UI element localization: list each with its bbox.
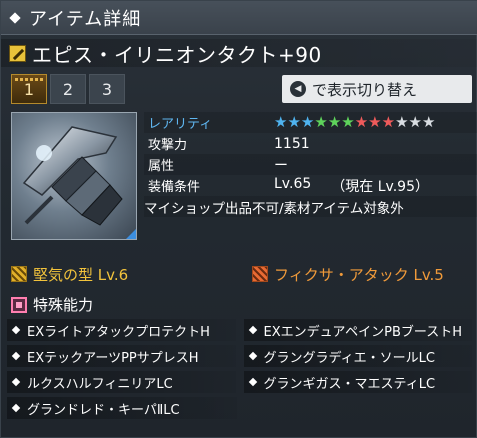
rarity-star-icon: ★ bbox=[408, 113, 422, 131]
potential-icon bbox=[11, 266, 27, 282]
item-name: エピス・イリニオンタクト+90 bbox=[32, 42, 322, 67]
tab-1[interactable]: 1 bbox=[11, 74, 47, 104]
stats-table: レアリティ ★ ★ ★ ★ ★ ★ ★ ★ ★ ★ ★ ★ 攻撃力 1151 属性 ー 装備条件 Lv… bbox=[144, 112, 477, 217]
panel-header: アイテム詳細 bbox=[1, 1, 477, 35]
toggle-label: で表示切り替え bbox=[312, 80, 418, 99]
diamond-bullet-icon bbox=[11, 351, 21, 361]
special-ability-icon bbox=[11, 296, 27, 313]
abilities-header: 特殊能力 bbox=[11, 294, 93, 315]
tab-2[interactable]: 2 bbox=[50, 74, 86, 104]
trade-note: マイショップ出品不可/素材アイテム対象外 bbox=[144, 200, 404, 217]
rarity-star-icon: ★ bbox=[341, 113, 355, 131]
diamond-icon bbox=[9, 11, 21, 24]
page-tabs: 1 2 3 bbox=[11, 74, 125, 104]
diamond-bullet-icon bbox=[11, 403, 21, 413]
potentials-row: 堅気の型 Lv.6 フィクサ・アタック Lv.5 bbox=[1, 260, 477, 288]
ability-item: ルクスハルフィニリアLC bbox=[7, 371, 236, 393]
rarity-star-icon: ★ bbox=[421, 113, 436, 131]
rarity-star-icon: ★ bbox=[381, 113, 396, 131]
element-row: 属性 ー bbox=[144, 154, 477, 175]
ability-item: EXテックアーツPPサプレスH bbox=[7, 345, 236, 367]
diamond-bullet-icon bbox=[248, 377, 257, 387]
item-thumbnail bbox=[11, 112, 137, 240]
ability-item: グラングラディエ・ソールLC bbox=[243, 345, 472, 367]
rarity-label: レアリティ bbox=[148, 117, 213, 132]
rarity-star-icon: ★ bbox=[354, 113, 369, 131]
potential-right-label: フィクサ・アタック Lv.5 bbox=[274, 265, 444, 284]
ability-row: EXライトアタックプロテクトH EXエンデュアペインPBブーストH bbox=[7, 319, 472, 341]
rarity-star-icon: ★ bbox=[300, 113, 315, 131]
rarity-stars: ★ ★ ★ ★ ★ ★ ★ ★ ★ ★ ★ ★ bbox=[274, 115, 477, 130]
note-row: マイショップ出品不可/素材アイテム対象外 bbox=[144, 196, 477, 217]
tab-label: 2 bbox=[62, 79, 74, 99]
tab-label: 3 bbox=[101, 79, 113, 99]
diamond-bullet-icon bbox=[248, 351, 257, 361]
attack-label: 攻撃力 bbox=[148, 138, 188, 153]
ability-item: EXエンデュアペインPBブーストH bbox=[243, 319, 472, 341]
rarity-star-icon: ★ bbox=[287, 113, 301, 131]
rarity-star-icon: ★ bbox=[368, 113, 382, 131]
equip-level: Lv.65 bbox=[274, 175, 312, 192]
attack-row: 攻撃力 1151 bbox=[144, 133, 477, 154]
potential-icon bbox=[252, 266, 268, 282]
equip-current: （現在 Lv.95） bbox=[331, 178, 429, 195]
abilities-list: EXライトアタックプロテクトH EXエンデュアペインPBブーストH EXテックア… bbox=[7, 319, 472, 423]
panel-title: アイテム詳細 bbox=[29, 8, 142, 30]
ability-item: グランドレド・キーパⅡLC bbox=[7, 397, 237, 419]
rarity-star-icon: ★ bbox=[314, 113, 328, 131]
rarity-star-icon: ★ bbox=[274, 113, 288, 131]
ability-item: EXライトアタックプロテクトH bbox=[7, 319, 236, 341]
element-value: ー bbox=[274, 157, 288, 174]
ability-item: グランギガス・マエスティLC bbox=[243, 371, 472, 393]
attack-value: 1151 bbox=[274, 135, 310, 152]
active-tab-indicator bbox=[15, 78, 43, 81]
equip-value: Lv.65 （現在 Lv.95） bbox=[274, 176, 477, 196]
potential-left: 堅気の型 Lv.6 bbox=[11, 264, 128, 285]
tab-label: 1 bbox=[23, 79, 35, 99]
potential-right: フィクサ・アタック Lv.5 bbox=[252, 264, 444, 285]
ability-row: グランドレド・キーパⅡLC bbox=[7, 397, 472, 419]
weapon-category-icon bbox=[9, 44, 26, 62]
toggle-display-button[interactable]: ◀ で表示切り替え bbox=[282, 75, 472, 103]
corner-marker bbox=[126, 229, 136, 239]
equip-label: 装備条件 bbox=[148, 180, 201, 195]
element-label: 属性 bbox=[148, 159, 175, 174]
rarity-star-icon: ★ bbox=[395, 113, 409, 131]
weapon-image bbox=[22, 126, 123, 226]
diamond-bullet-icon bbox=[11, 325, 21, 335]
item-name-row: エピス・イリニオンタクト+90 bbox=[1, 39, 477, 67]
ability-row: EXテックアーツPPサプレスH グラングラディエ・ソールLC bbox=[7, 345, 472, 367]
abilities-title: 特殊能力 bbox=[33, 296, 94, 314]
potential-left-label: 堅気の型 Lv.6 bbox=[33, 265, 129, 284]
item-detail-panel: アイテム詳細 エピス・イリニオンタクト+90 1 2 3 ◀ で表示切り替え レ… bbox=[0, 0, 477, 438]
left-arrow-icon: ◀ bbox=[290, 81, 306, 97]
diamond-bullet-icon bbox=[248, 325, 257, 335]
rarity-row: レアリティ ★ ★ ★ ★ ★ ★ ★ ★ ★ ★ ★ ★ bbox=[144, 112, 477, 133]
tab-3[interactable]: 3 bbox=[89, 74, 125, 104]
diamond-bullet-icon bbox=[11, 377, 21, 387]
ability-row: ルクスハルフィニリアLC グランギガス・マエスティLC bbox=[7, 371, 472, 393]
rarity-star-icon: ★ bbox=[327, 113, 342, 131]
equip-row: 装備条件 Lv.65 （現在 Lv.95） bbox=[144, 175, 477, 196]
